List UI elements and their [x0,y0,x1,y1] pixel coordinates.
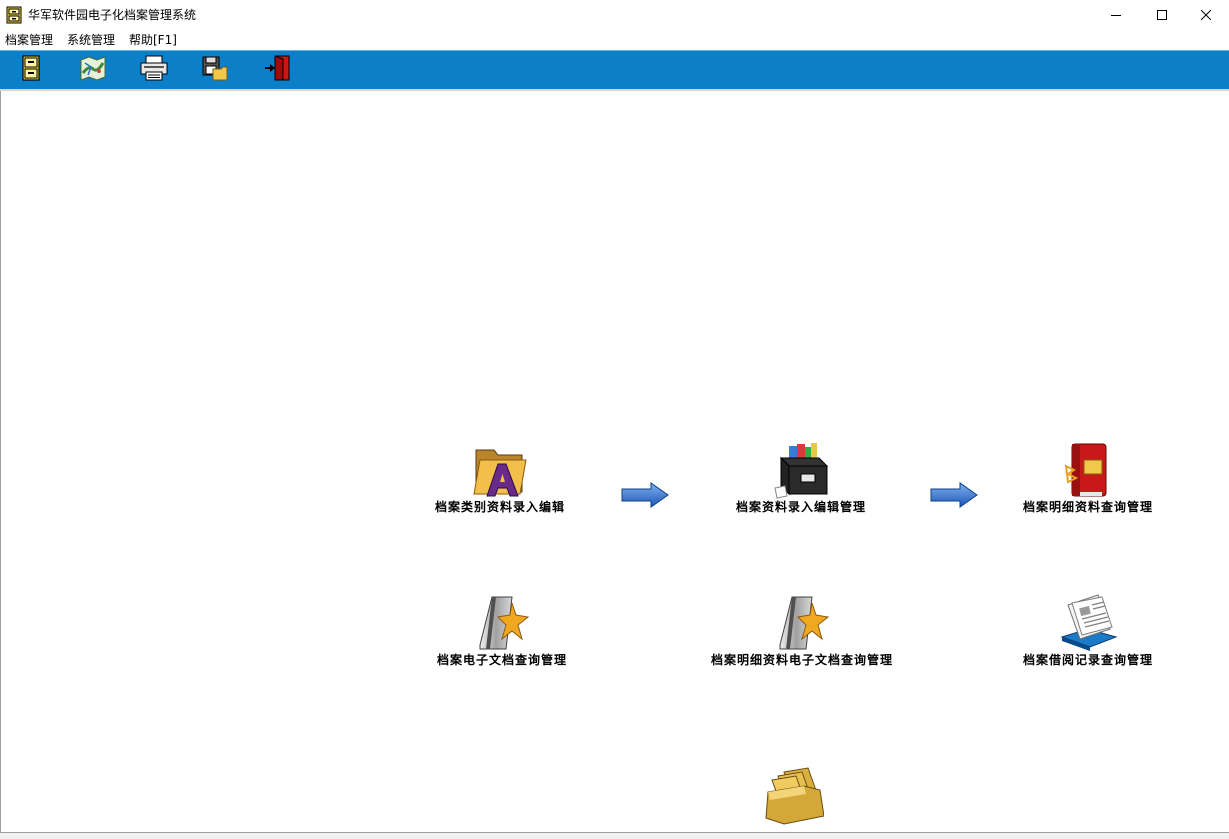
menu-bar: 档案管理 系统管理 帮助[F1] [0,30,1229,50]
module-archive-edit-label: 档案资料录入编辑管理 [735,500,866,514]
close-icon [1201,10,1211,20]
close-button[interactable] [1183,0,1229,30]
folder-letter-a-icon [470,440,530,500]
maximize-icon [1157,10,1167,20]
toolbar-save-button[interactable] [200,56,230,84]
map-icon [79,55,107,85]
module-detail-query-label: 档案明细资料查询管理 [1022,500,1153,514]
module-detail-query[interactable]: 档案明细资料查询管理 [973,440,1203,515]
red-binder-icon [1058,440,1118,500]
module-category-edit[interactable]: 档案类别资料录入编辑 [385,440,615,515]
printer-icon [139,55,169,85]
menu-archive-management[interactable]: 档案管理 [5,32,53,48]
module-category-edit-label: 档案类别资料录入编辑 [434,500,565,514]
module-folders[interactable] [679,766,909,826]
archive-cabinet-icon [6,6,22,24]
arrow-right-icon [621,482,669,508]
toolbar-exit-button[interactable] [262,55,292,85]
window-title: 华军软件园电子化档案管理系统 [28,8,197,22]
file-box-icon [771,440,831,500]
minimize-icon [1111,10,1121,20]
menu-help[interactable]: 帮助[F1] [129,32,177,48]
newspaper-stack-icon [1058,593,1118,653]
document-star-icon [772,593,832,653]
menu-system-management[interactable]: 系统管理 [67,32,115,48]
module-archive-edit[interactable]: 档案资料录入编辑管理 [686,440,916,515]
module-detail-edoc-query[interactable]: 档案明细资料电子文档查询管理 [687,593,917,668]
toolbar-print-button[interactable] [139,55,169,85]
toolbar-map-button[interactable] [78,56,108,84]
folder-stack-icon [764,766,825,826]
arrow-right-icon [930,482,978,508]
document-star-icon [472,593,532,653]
toolbar-archive-button[interactable] [16,55,46,85]
module-edoc-query-label: 档案电子文档查询管理 [436,653,567,667]
save-disk-icon [201,55,229,85]
module-detail-edoc-query-label: 档案明细资料电子文档查询管理 [710,653,893,667]
maximize-button[interactable] [1139,0,1185,30]
module-borrow-query[interactable]: 档案借阅记录查询管理 [973,593,1203,668]
exit-door-icon [263,55,291,85]
module-borrow-query-label: 档案借阅记录查询管理 [1022,653,1153,667]
title-bar: 华军软件园电子化档案管理系统 [0,0,1229,30]
module-edoc-query[interactable]: 档案电子文档查询管理 [387,593,617,668]
archive-cabinet-icon [20,55,42,85]
toolbar [0,50,1229,89]
minimize-button[interactable] [1093,0,1139,30]
